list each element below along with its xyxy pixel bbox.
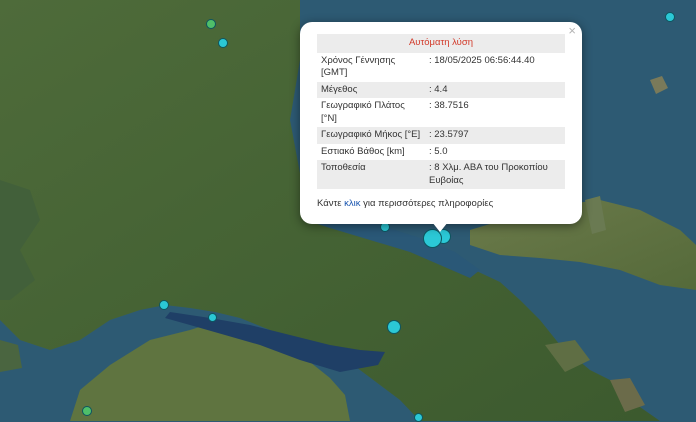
table-row: Χρόνος Γέννησης [GMT] : 18/05/2025 06:56… — [317, 53, 565, 82]
quake-marker[interactable] — [82, 406, 92, 416]
quake-marker[interactable] — [159, 300, 169, 310]
quake-marker[interactable] — [665, 12, 675, 22]
more-info-link[interactable]: κλικ — [344, 198, 360, 209]
close-icon[interactable]: × — [568, 24, 576, 38]
location-label: Τοποθεσία — [317, 160, 425, 189]
origin-time-value: : 18/05/2025 06:56:44.40 — [429, 54, 535, 66]
earthquake-details-table: Αυτόματη λύση Χρόνος Γέννησης [GMT] : 18… — [317, 34, 565, 189]
info-prefix: Κάντε — [317, 198, 345, 209]
quake-marker[interactable] — [218, 38, 228, 48]
table-row: Εστιακό Βάθος [km] : 5.0 — [317, 144, 565, 161]
magnitude-value: : 4.4 — [425, 81, 565, 98]
popup-title: Αυτόματη λύση — [317, 34, 565, 53]
depth-value: : 5.0 — [429, 145, 448, 157]
popup-pointer — [432, 222, 448, 232]
table-row: Τοποθεσία : 8 Χλμ. ΑΒΑ του Προκοπίου Ευβ… — [317, 160, 565, 189]
info-suffix: για περισσότερες πληροφορίες — [360, 198, 494, 209]
longitude-label: Γεωγραφικό Μήκος [°E] — [317, 127, 425, 144]
latitude-label: Γεωγραφικό Πλάτος [°N] — [321, 100, 405, 124]
table-row: Γεωγραφικό Πλάτος [°N] : 38.7516 — [317, 98, 565, 127]
latitude-value: : 38.7516 — [429, 100, 469, 111]
quake-marker[interactable] — [206, 19, 216, 29]
origin-time-label: Χρόνος Γέννησης [GMT] — [321, 54, 396, 79]
table-row: Μέγεθος : 4.4 — [317, 81, 565, 98]
quake-marker[interactable] — [387, 320, 401, 334]
location-value: : 8 Χλμ. ΑΒΑ του Προκοπίου Ευβοίας — [425, 160, 565, 189]
longitude-value: : 23.5797 — [425, 127, 565, 144]
magnitude-label: Μέγεθος — [317, 81, 425, 98]
table-row: Γεωγραφικό Μήκος [°E] : 23.5797 — [317, 127, 565, 144]
quake-marker[interactable] — [208, 313, 217, 322]
more-info-text: Κάντε κλικ για περισσότερες πληροφορίες — [317, 198, 493, 209]
depth-label: Εστιακό Βάθος [km] — [321, 145, 405, 157]
